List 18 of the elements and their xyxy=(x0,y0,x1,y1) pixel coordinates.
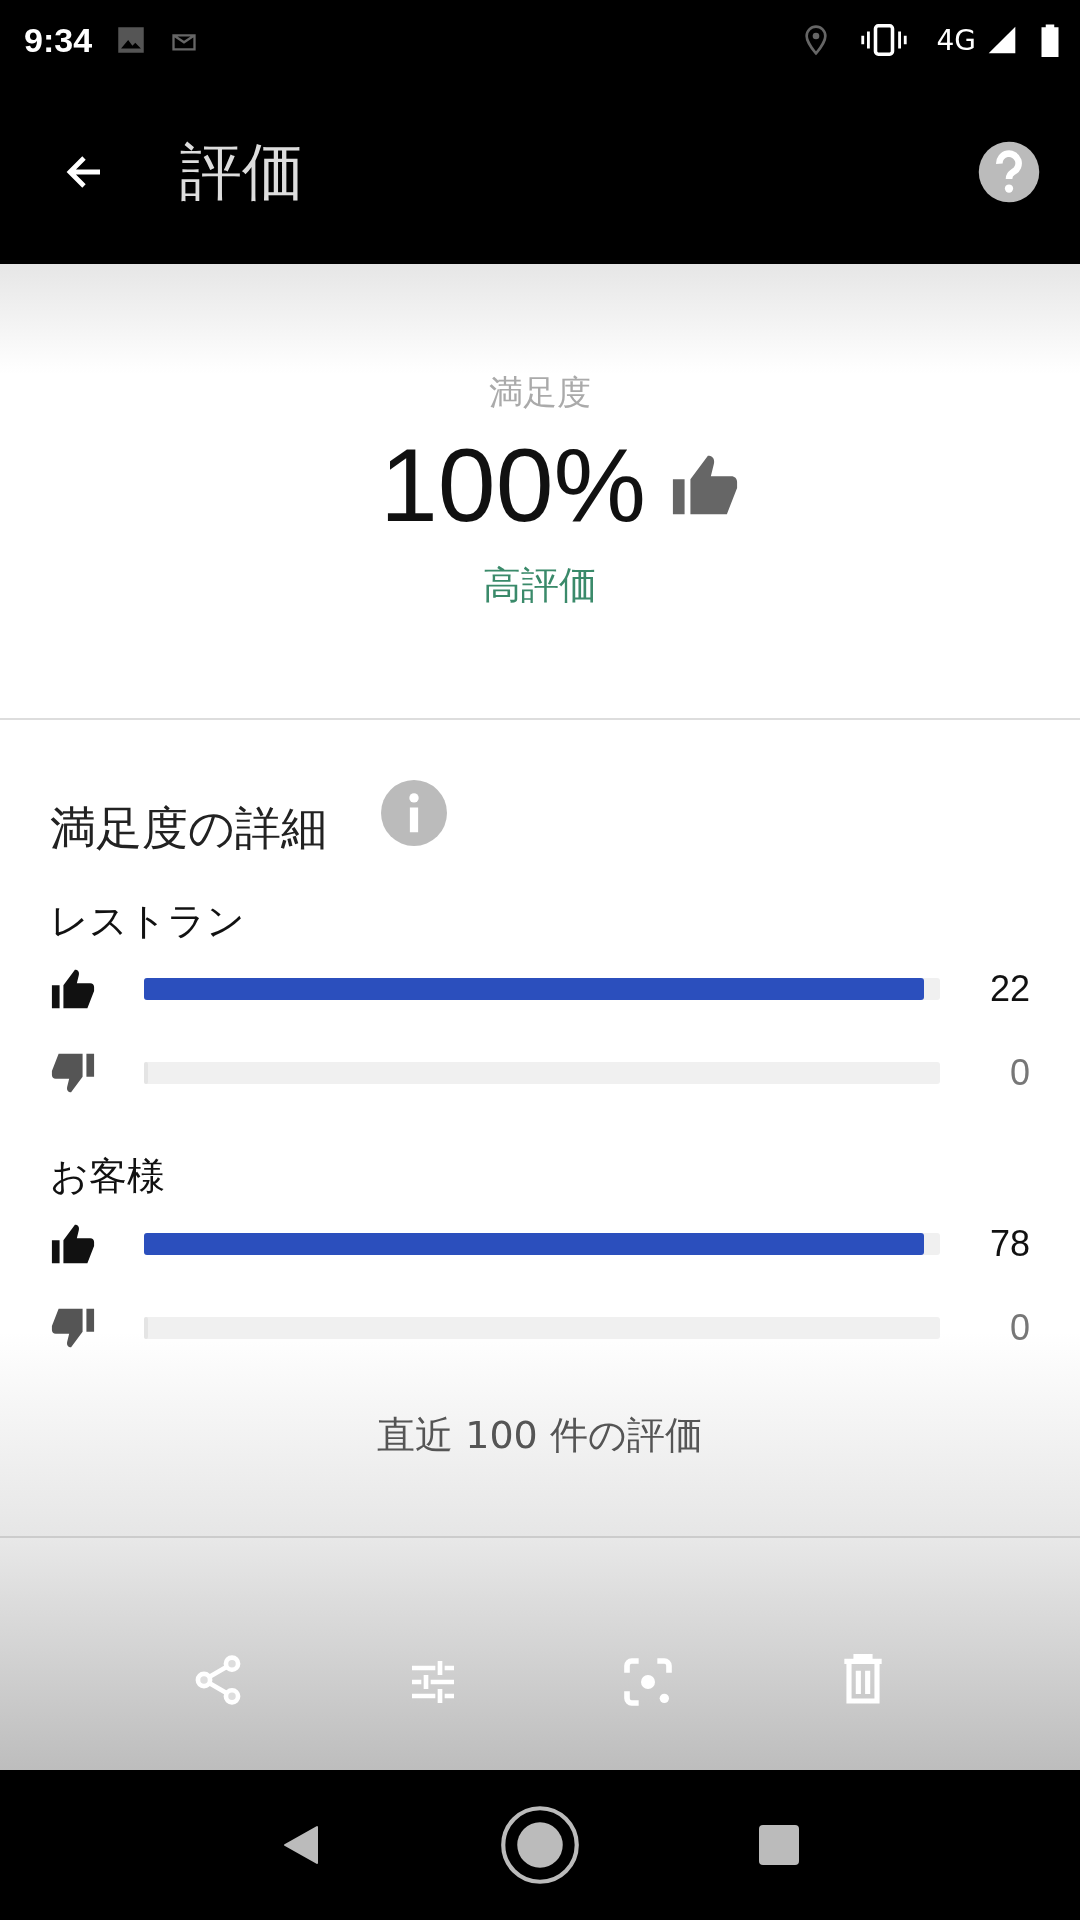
group-label: レストラン xyxy=(50,898,246,945)
satisfaction-label: 満足度 xyxy=(489,371,591,414)
screen-title: 評価 xyxy=(180,134,304,210)
satisfaction-value: 100% xyxy=(380,428,646,543)
battery-icon xyxy=(1040,23,1060,57)
status-time: 9:34 xyxy=(24,20,93,60)
home-nav-icon[interactable] xyxy=(498,1803,582,1887)
help-icon[interactable] xyxy=(976,139,1042,205)
footer-note: 直近 100 件の評価 xyxy=(376,1412,704,1459)
rating-text: 高評価 xyxy=(483,562,597,610)
count: 0 xyxy=(1008,1307,1030,1349)
count: 78 xyxy=(988,1223,1030,1265)
network-type: 4G xyxy=(936,23,976,57)
count: 22 xyxy=(988,968,1030,1010)
signal-icon xyxy=(986,24,1018,56)
section-title: 満足度の詳細 xyxy=(50,800,327,857)
count: 0 xyxy=(1008,1052,1030,1094)
group-label: お客様 xyxy=(50,1153,166,1200)
